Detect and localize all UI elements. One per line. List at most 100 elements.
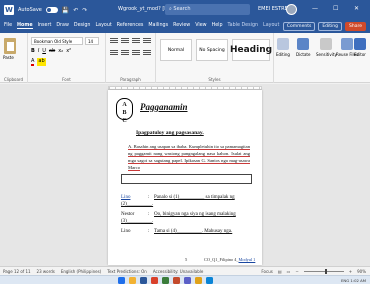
style-heading[interactable]: Heading bbox=[230, 39, 272, 61]
input-language[interactable]: ENG bbox=[341, 278, 349, 283]
chrome-icon[interactable] bbox=[151, 277, 158, 284]
proofing-language[interactable]: English (Philippines) bbox=[61, 269, 101, 274]
style-no-spacing[interactable]: No Spacing bbox=[196, 39, 228, 61]
bold-button[interactable]: B bbox=[31, 48, 35, 54]
tab-file[interactable]: File bbox=[4, 23, 12, 29]
maximize-button[interactable]: ☐ bbox=[333, 5, 338, 12]
microphone-icon bbox=[297, 38, 310, 50]
font-size-select[interactable]: 14 bbox=[85, 37, 99, 45]
word-box bbox=[121, 174, 252, 184]
numbering-icon[interactable] bbox=[121, 38, 129, 44]
tab-layout[interactable]: Layout bbox=[95, 23, 111, 29]
excel-app-icon[interactable] bbox=[162, 277, 169, 284]
dictate-label: Dictate bbox=[296, 52, 311, 57]
teams-icon[interactable] bbox=[184, 277, 191, 284]
ribbon: Paste Clipboard Bookman Old Style 14 B I… bbox=[0, 33, 370, 83]
minimize-button[interactable]: — bbox=[312, 5, 318, 12]
subscript-button[interactable]: x₂ bbox=[58, 48, 63, 54]
save-icon[interactable]: 💾 bbox=[62, 7, 69, 14]
paragraph-group: Paragraph bbox=[106, 33, 156, 83]
sticky-notes-icon[interactable] bbox=[195, 277, 202, 284]
bullets-icon[interactable] bbox=[110, 38, 118, 44]
abc-logo-icon: A B C bbox=[116, 98, 133, 124]
sensitivity-label: Sensitivity bbox=[316, 52, 337, 57]
dialogue-line: Lino: Tama si (4)__________. Mahusay nga. bbox=[121, 228, 251, 235]
section-heading: Pagganamin bbox=[140, 102, 188, 112]
tab-table-design[interactable]: Table Design bbox=[228, 23, 259, 29]
tab-mailings[interactable]: Mailings bbox=[148, 23, 168, 29]
page-number: 5 bbox=[185, 257, 188, 262]
undo-icon[interactable]: ↶ bbox=[73, 7, 78, 14]
search-input[interactable]: ⌕ Search bbox=[165, 4, 250, 15]
autosave-toggle[interactable] bbox=[45, 7, 58, 13]
file-explorer-icon[interactable] bbox=[129, 277, 136, 284]
styles-group-label: Styles bbox=[208, 77, 221, 82]
accessibility-status[interactable]: Accessibility: Unavailable bbox=[153, 269, 203, 274]
font-name-select[interactable]: Bookman Old Style bbox=[31, 37, 83, 45]
zoom-out-icon[interactable]: − bbox=[295, 269, 298, 274]
powerpoint-app-icon[interactable] bbox=[173, 277, 180, 284]
editing-mode-button[interactable]: Editing bbox=[318, 22, 342, 31]
editing-button[interactable]: Editing bbox=[276, 38, 290, 57]
tab-insert[interactable]: Insert bbox=[38, 23, 52, 29]
dialogue-line: Lino: Panalo si (1)__________ sa timpalak… bbox=[121, 194, 251, 208]
page-count[interactable]: Page 12 of 11 bbox=[3, 269, 31, 274]
dictate-button[interactable]: Dictate bbox=[296, 38, 310, 57]
title-left: W AutoSave 💾 ↶ ↷ bbox=[4, 4, 87, 16]
share-button[interactable]: Share bbox=[345, 22, 366, 31]
tab-table-layout[interactable]: Layout bbox=[263, 23, 279, 29]
document-page[interactable]: A B C Pagganamin Ipagpatuloy ang pagsasa… bbox=[108, 90, 262, 265]
sensitivity-button[interactable]: Sensitivity bbox=[316, 38, 337, 57]
zoom-in-icon[interactable]: + bbox=[349, 269, 352, 274]
tab-help[interactable]: Help bbox=[212, 23, 223, 29]
word-app-icon[interactable] bbox=[140, 277, 147, 284]
reuse-files-icon bbox=[341, 38, 354, 50]
start-icon[interactable] bbox=[118, 277, 125, 284]
edge-icon[interactable] bbox=[206, 277, 213, 284]
style-normal[interactable]: Normal bbox=[160, 39, 192, 61]
paste-icon[interactable] bbox=[4, 38, 16, 54]
tab-right-actions: Comments Editing Share bbox=[282, 22, 366, 31]
tab-references[interactable]: References bbox=[117, 23, 144, 29]
tab-review[interactable]: Review bbox=[173, 23, 190, 29]
highlight-button[interactable]: ab bbox=[37, 58, 46, 66]
multilevel-icon[interactable] bbox=[132, 38, 140, 44]
tab-draw[interactable]: Draw bbox=[56, 23, 69, 29]
tab-home[interactable]: Home bbox=[17, 23, 33, 29]
abc-letter-c: C bbox=[122, 118, 127, 124]
paste-label: Paste bbox=[3, 55, 14, 60]
clock[interactable]: 1:02 AM bbox=[350, 278, 366, 283]
footer-module-link: Modyul 1 bbox=[238, 257, 256, 262]
comments-button[interactable]: Comments bbox=[282, 22, 316, 31]
align-center-icon[interactable] bbox=[121, 50, 129, 56]
abc-letter-b: B bbox=[122, 110, 127, 116]
underline-button[interactable]: U bbox=[42, 48, 46, 54]
text-predictions[interactable]: Text Predictions: On bbox=[107, 269, 147, 274]
justify-icon[interactable] bbox=[143, 50, 151, 56]
focus-button[interactable]: Focus bbox=[261, 269, 272, 274]
zoom-slider[interactable] bbox=[303, 269, 344, 274]
taskbar-apps bbox=[118, 277, 213, 284]
indent-icon[interactable] bbox=[143, 38, 151, 44]
align-left-icon[interactable] bbox=[110, 50, 118, 56]
word-count[interactable]: 23 words bbox=[37, 269, 55, 274]
tab-view[interactable]: View bbox=[195, 23, 206, 29]
redo-icon[interactable]: ↷ bbox=[82, 7, 87, 14]
alignment-buttons bbox=[110, 50, 151, 56]
close-button[interactable]: ✕ bbox=[354, 5, 359, 12]
print-layout-icon[interactable]: ▭ bbox=[287, 269, 291, 274]
editor-button[interactable]: Editor bbox=[354, 38, 366, 57]
align-right-icon[interactable] bbox=[132, 50, 140, 56]
strikethrough-button[interactable]: ab bbox=[49, 48, 55, 54]
tab-design[interactable]: Design bbox=[74, 23, 91, 29]
autosave-label: AutoSave bbox=[18, 7, 42, 13]
zoom-level[interactable]: 90% bbox=[357, 269, 366, 274]
read-mode-icon[interactable]: ▤ bbox=[278, 269, 282, 274]
zoom-slider-thumb[interactable] bbox=[324, 269, 327, 274]
font-color-button[interactable]: A bbox=[31, 58, 35, 66]
avatar[interactable] bbox=[286, 4, 297, 15]
italic-button[interactable]: I bbox=[38, 48, 39, 54]
clipboard-group: Paste Clipboard bbox=[0, 33, 28, 83]
superscript-button[interactable]: x² bbox=[66, 48, 71, 54]
footer-code: CO_Q1_Filipino 4_Modyul 1 bbox=[204, 257, 255, 262]
